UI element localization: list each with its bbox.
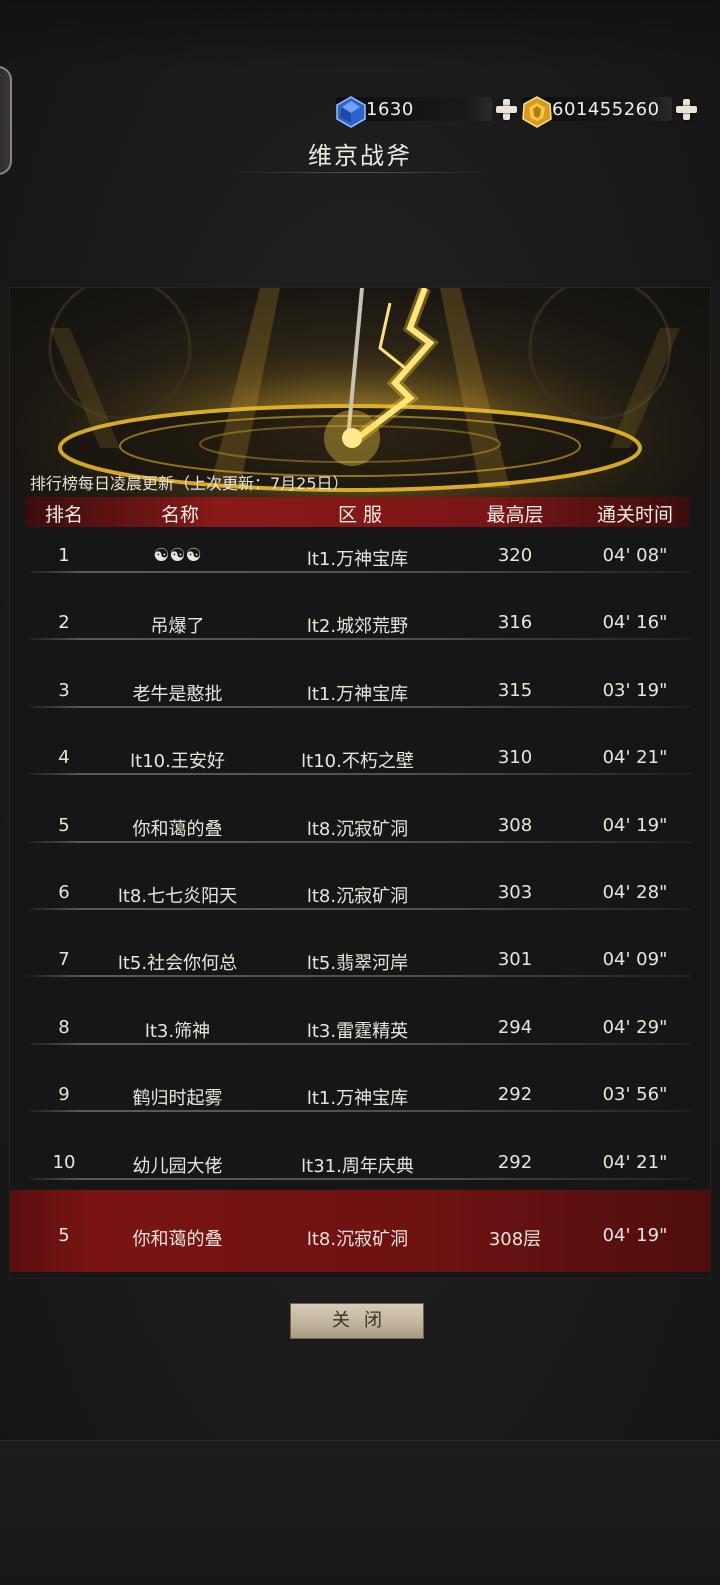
row-time: 04' 16": [602, 612, 668, 633]
row-server: lt1.万神宝库: [306, 1088, 409, 1109]
row-time: 03' 19": [602, 680, 668, 701]
my-server: lt8.沉寂矿洞: [306, 1229, 409, 1250]
my-name: 你和蔼的叠: [132, 1229, 223, 1250]
row-time: 04' 28": [602, 882, 668, 903]
row-time: 04' 09": [602, 949, 668, 970]
row-rank: 7: [58, 949, 70, 970]
row-divider: [30, 1110, 690, 1112]
header-name: 名称: [160, 504, 199, 526]
add-diamond-button[interactable]: [494, 97, 518, 121]
row-floor: 303: [497, 882, 533, 903]
row-floor: 315: [497, 680, 533, 701]
row-floor: 320: [497, 545, 533, 566]
row-rank: 2: [58, 612, 70, 633]
row-name: lt10.王安好: [130, 751, 225, 772]
row-divider: [30, 638, 690, 640]
row-name: 吊爆了: [150, 616, 205, 637]
row-divider: [30, 571, 690, 573]
lightning-altar-art: [10, 288, 710, 498]
row-divider: [30, 706, 690, 708]
header-server: 区 服: [337, 504, 383, 526]
blue-gem-icon: [336, 96, 366, 128]
row-rank: 5: [58, 815, 70, 836]
header-floor: 最高层: [486, 504, 544, 526]
row-name: 幼儿园大佬: [132, 1156, 223, 1177]
row-time: 04' 19": [602, 815, 668, 836]
diamond-bar: 1630: [336, 96, 492, 128]
bottom-shade: [0, 1440, 720, 1585]
update-notice: 排行榜每日凌晨更新（上次更新：7月25日）: [30, 474, 349, 493]
row-floor: 308: [497, 815, 533, 836]
row-divider: [30, 841, 690, 843]
top-shade: [0, 0, 720, 70]
row-rank: 8: [58, 1017, 70, 1038]
header-time: 通关时间: [596, 504, 673, 526]
diamond-counter: 1630: [336, 94, 518, 128]
my-rank: 5: [58, 1225, 70, 1246]
row-rank: 1: [58, 545, 70, 566]
row-server: lt2.城郊荒野: [306, 616, 409, 637]
gold-gem-icon: [522, 96, 552, 128]
row-divider: [30, 1178, 690, 1180]
row-server: lt8.沉寂矿洞: [306, 819, 409, 840]
row-server: lt5.翡翠河岸: [306, 953, 409, 974]
row-divider: [30, 773, 690, 775]
row-floor: 294: [497, 1017, 533, 1038]
diamond-value: 1630: [366, 98, 414, 120]
gold-value: 601455260: [552, 98, 660, 120]
row-rank: 3: [58, 680, 70, 701]
leaderboard-panel: [10, 288, 710, 1278]
row-server: lt8.沉寂矿洞: [306, 886, 409, 907]
add-gold-button[interactable]: [674, 97, 698, 121]
row-server: lt31.周年庆典: [301, 1156, 414, 1177]
close-button[interactable]: 关闭: [290, 1303, 424, 1339]
header-rank: 排名: [44, 504, 83, 526]
row-name: lt8.七七炎阳天: [117, 886, 238, 907]
row-name: ☯☯☯: [153, 545, 202, 566]
row-rank: 9: [58, 1084, 70, 1105]
title-divider: [230, 172, 490, 173]
row-server: lt10.不朽之壁: [301, 751, 414, 772]
row-name: lt3.筛神: [144, 1021, 211, 1042]
row-rank: 6: [58, 882, 70, 903]
row-time: 03' 56": [602, 1084, 668, 1105]
my-floor: 308层: [488, 1229, 542, 1250]
row-name: lt5.社会你何总: [117, 953, 238, 974]
row-divider: [30, 1043, 690, 1045]
page-title: 维京战斧: [308, 142, 412, 170]
row-time: 04' 29": [602, 1017, 668, 1038]
row-floor: 301: [497, 949, 533, 970]
my-time: 04' 19": [602, 1225, 668, 1246]
row-server: lt1.万神宝库: [306, 684, 409, 705]
row-divider: [30, 975, 690, 977]
row-floor: 316: [497, 612, 533, 633]
row-server: lt3.雷霆精英: [306, 1021, 409, 1042]
row-time: 04' 21": [602, 1152, 668, 1173]
row-rank: 10: [52, 1152, 76, 1173]
row-divider: [30, 908, 690, 910]
row-name: 你和蔼的叠: [132, 819, 223, 840]
gold-counter: 601455260: [522, 94, 698, 128]
row-name: 老牛是憨批: [132, 684, 223, 705]
row-time: 04' 21": [602, 747, 668, 768]
banner-image: [10, 288, 710, 498]
row-floor: 292: [497, 1084, 533, 1105]
gold-bar: 601455260: [522, 96, 672, 128]
row-rank: 4: [58, 747, 70, 768]
row-name: 鹤归时起雾: [132, 1088, 223, 1109]
row-server: lt1.万神宝库: [306, 549, 409, 570]
row-floor: 310: [497, 747, 533, 768]
row-time: 04' 08": [602, 545, 668, 566]
row-floor: 292: [497, 1152, 533, 1173]
